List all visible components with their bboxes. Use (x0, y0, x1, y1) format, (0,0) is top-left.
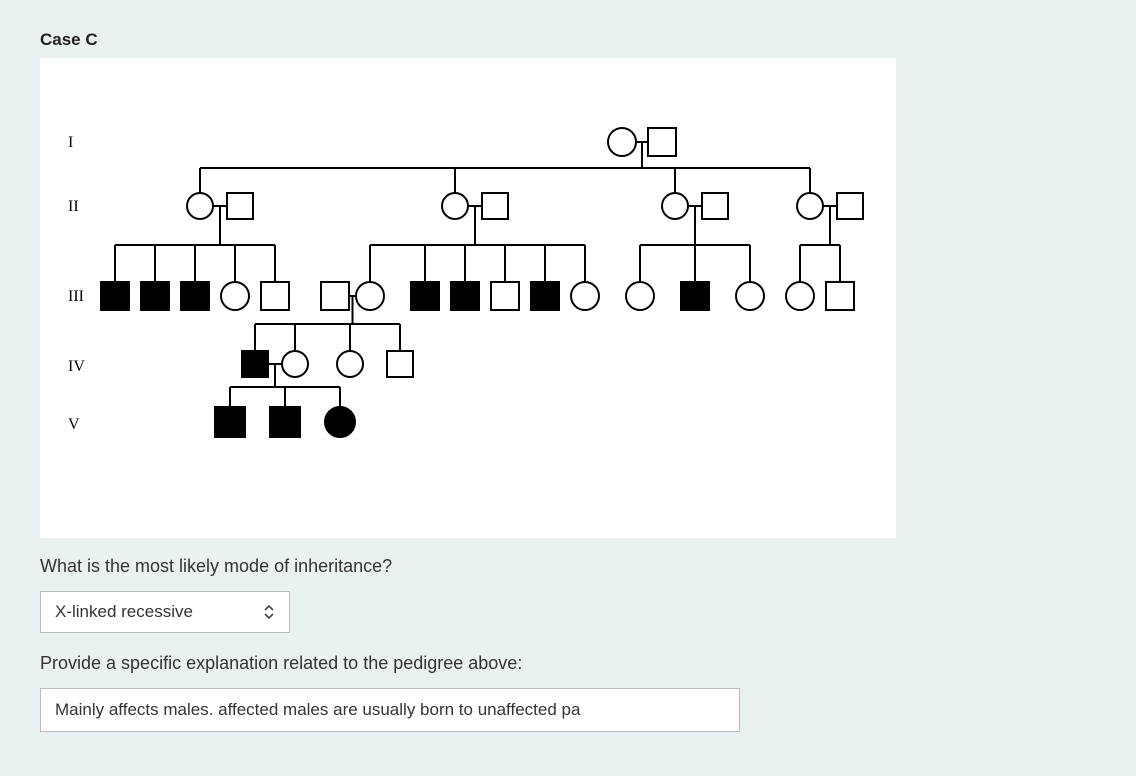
pedigree-III-9 (451, 282, 479, 310)
pedigree-V-1 (215, 407, 245, 437)
pedigree-III-1 (101, 282, 129, 310)
pedigree-III-5 (261, 282, 289, 310)
question-mode: What is the most likely mode of inherita… (40, 556, 1096, 577)
pedigree-II-5 (662, 193, 688, 219)
pedigree-II-2 (227, 193, 253, 219)
pedigree-II-3 (442, 193, 468, 219)
mode-select-value: X-linked recessive (55, 602, 193, 622)
pedigree-II-8 (837, 193, 863, 219)
explanation-input[interactable]: Mainly affects males. affected males are… (40, 688, 740, 732)
pedigree-V-2 (270, 407, 300, 437)
pedigree-II-4 (482, 193, 508, 219)
pedigree-III-14 (681, 282, 709, 310)
pedigree-IV-4 (387, 351, 413, 377)
pedigree-II-7 (797, 193, 823, 219)
pedigree-I-1 (608, 128, 636, 156)
pedigree-chart: I II III IV V (40, 58, 896, 538)
pedigree-III-2 (141, 282, 169, 310)
pedigree-III-8 (411, 282, 439, 310)
pedigree-svg (40, 58, 896, 538)
pedigree-III-11 (531, 282, 559, 310)
pedigree-III-13 (626, 282, 654, 310)
pedigree-III-10 (491, 282, 519, 310)
pedigree-V-3 (325, 407, 355, 437)
pedigree-I-2 (648, 128, 676, 156)
explanation-input-value: Mainly affects males. affected males are… (55, 700, 580, 720)
pedigree-III-4 (221, 282, 249, 310)
pedigree-III-17 (826, 282, 854, 310)
pedigree-III-16 (786, 282, 814, 310)
pedigree-II-6 (702, 193, 728, 219)
pedigree-III-6 (321, 282, 349, 310)
pedigree-III-15 (736, 282, 764, 310)
pedigree-III-3 (181, 282, 209, 310)
pedigree-IV-3 (337, 351, 363, 377)
pedigree-IV-1 (242, 351, 268, 377)
pedigree-III-12 (571, 282, 599, 310)
pedigree-III-7 (356, 282, 384, 310)
pedigree-II-1 (187, 193, 213, 219)
question-explanation: Provide a specific explanation related t… (40, 653, 1096, 674)
mode-select[interactable]: X-linked recessive (40, 591, 290, 633)
pedigree-IV-2 (282, 351, 308, 377)
case-title: Case C (40, 30, 1096, 50)
